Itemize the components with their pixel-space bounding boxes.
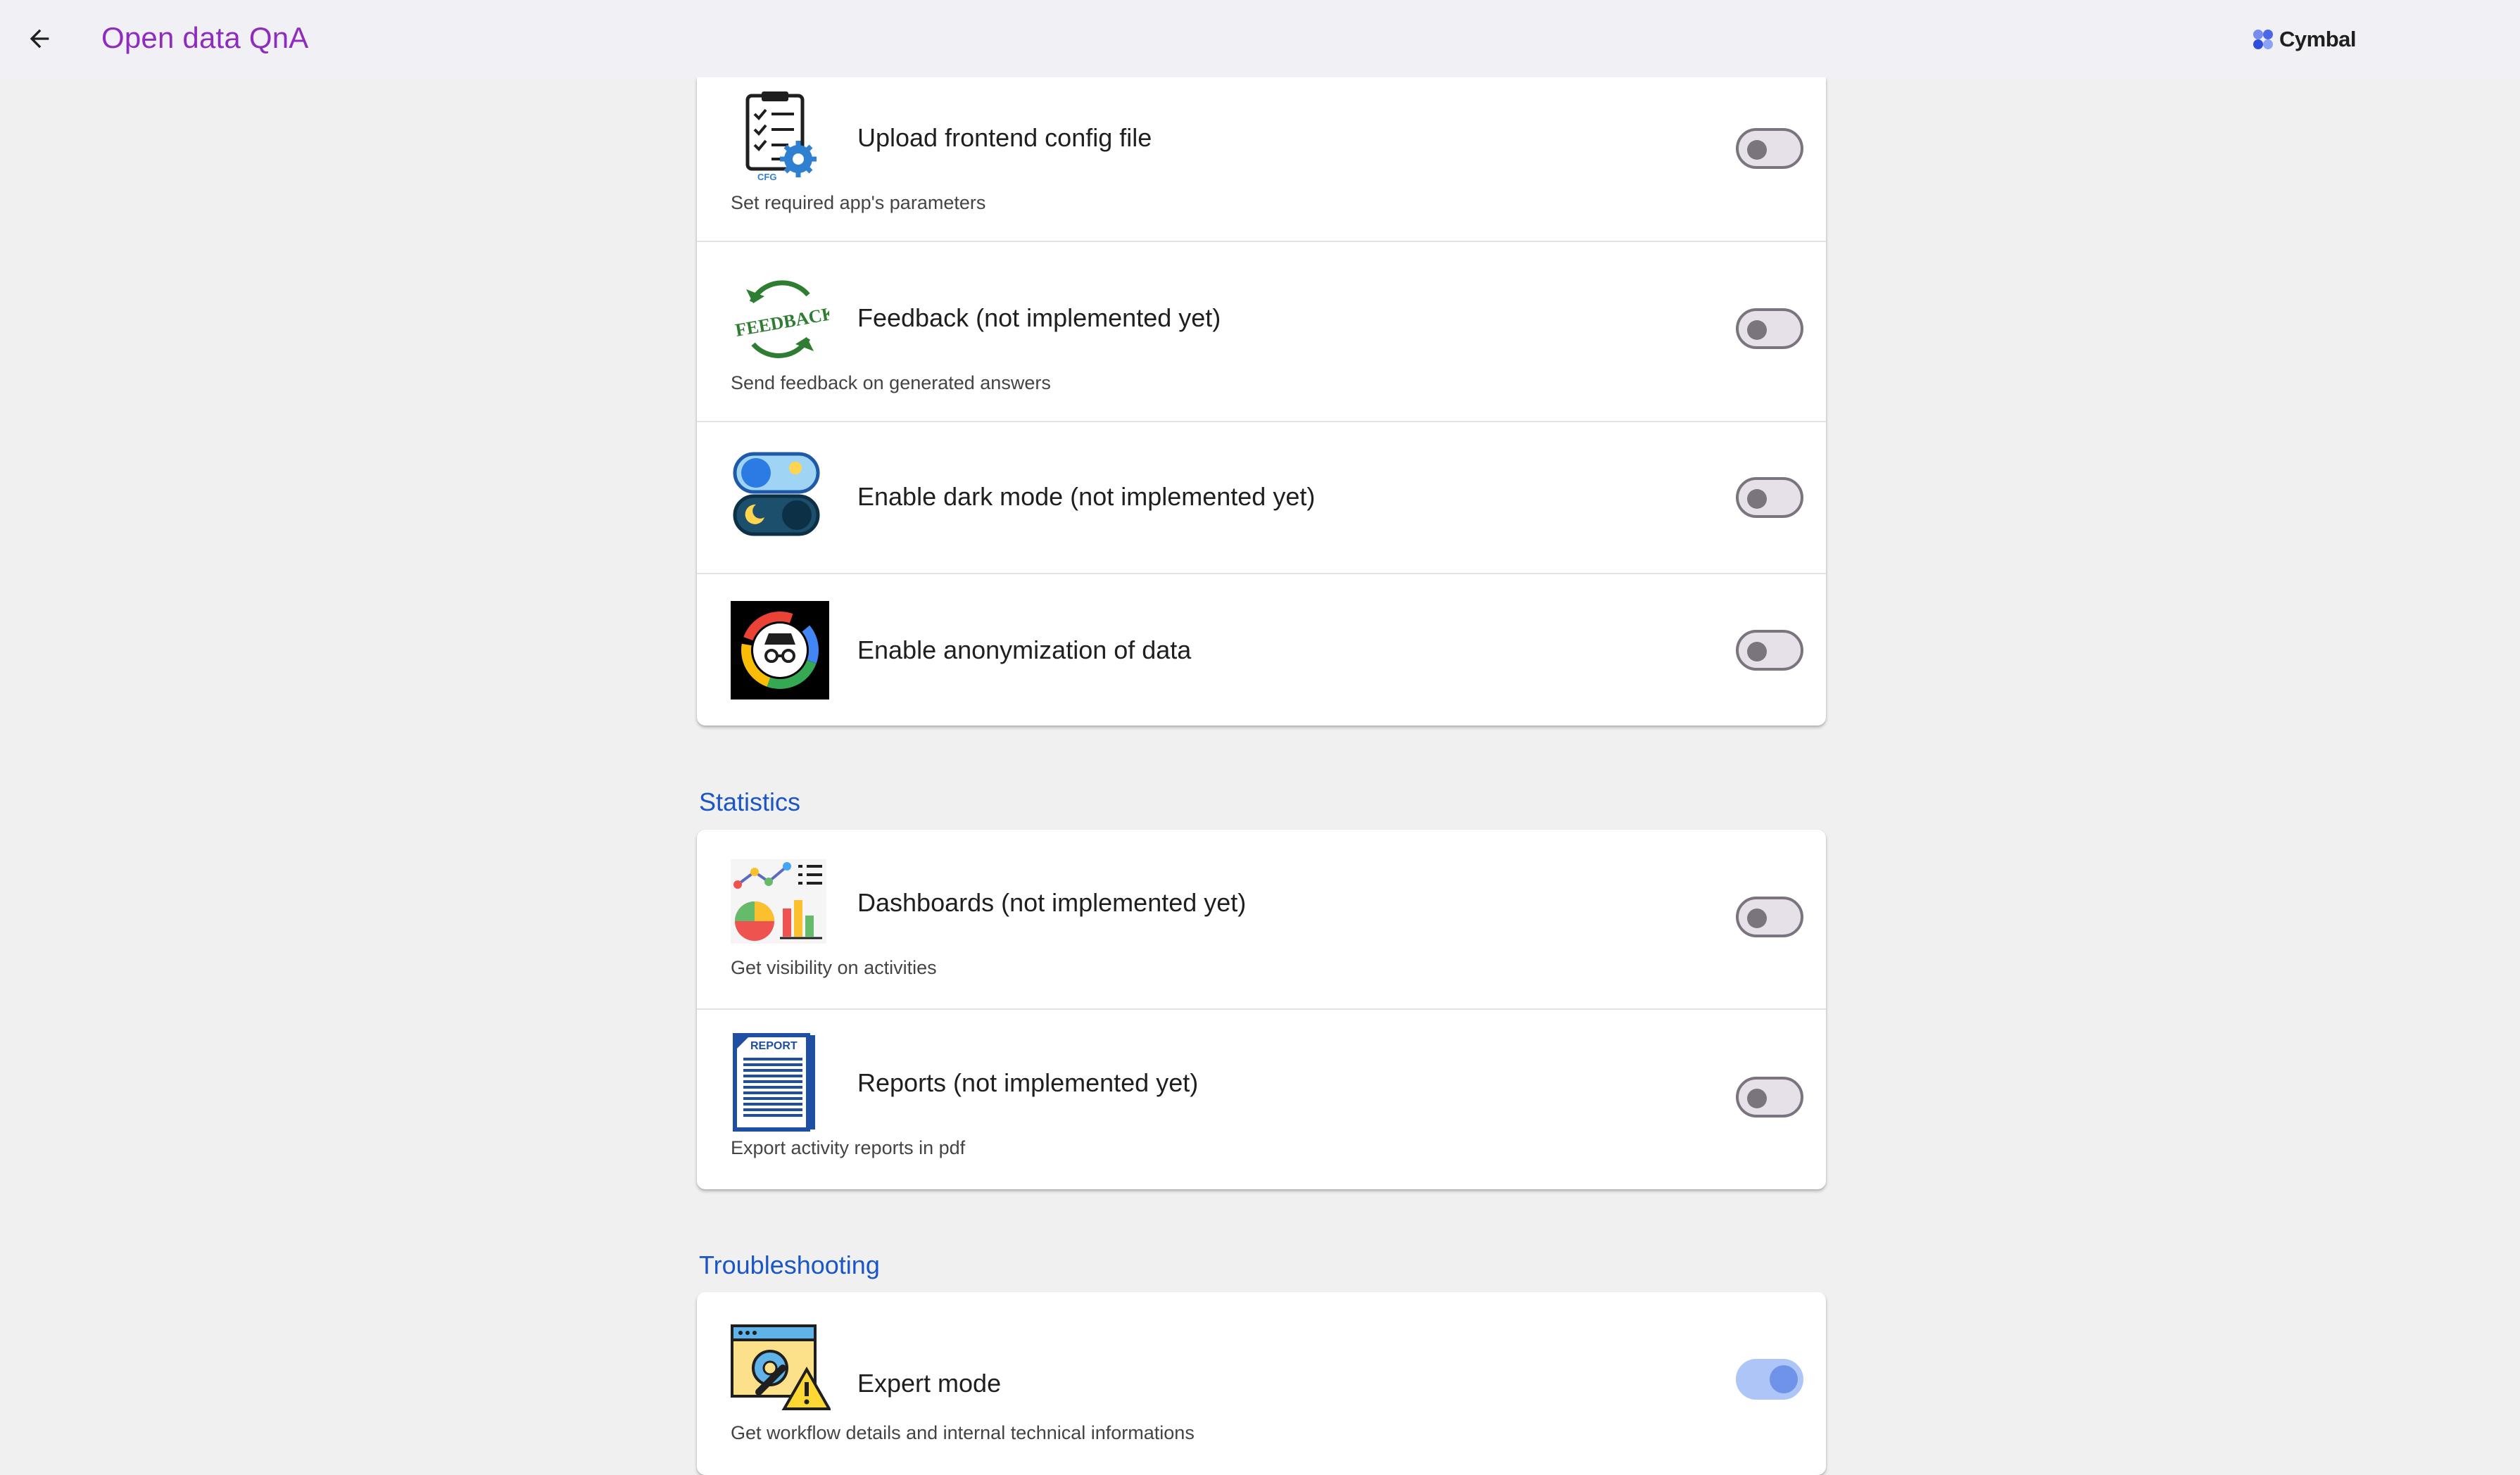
setting-subtitle: Export activity reports in pdf: [731, 1137, 966, 1158]
setting-row-feedback: FEEDBACK Feedback (not implemented yet) …: [697, 242, 1826, 422]
setting-title: Expert mode: [857, 1369, 1002, 1398]
svg-text:REPORT: REPORT: [750, 1040, 798, 1052]
cymbal-logo: Cymbal: [2251, 25, 2356, 53]
section-title-troubleshooting: Troubleshooting: [699, 1251, 880, 1279]
setting-title: Dashboards (not implemented yet): [857, 888, 1247, 917]
setting-title: Reports (not implemented yet): [857, 1068, 1199, 1097]
setting-row-expert-mode: Expert mode Get workflow details and int…: [697, 1292, 1826, 1475]
top-app-bar: Open data QnA Cymbal: [0, 0, 2520, 77]
feedback-toggle[interactable]: [1736, 308, 1803, 349]
reports-toggle[interactable]: [1736, 1077, 1803, 1118]
setting-subtitle: Get workflow details and internal techni…: [731, 1422, 1195, 1443]
dashboards-toggle[interactable]: [1736, 897, 1803, 937]
cymbal-logo-icon: [2253, 30, 2273, 49]
svg-text:CFG: CFG: [757, 172, 776, 182]
app-title: Open data QnA: [101, 21, 309, 54]
svg-text:FEEDBACK: FEEDBACK: [733, 303, 829, 341]
setting-subtitle: Send feedback on generated answers: [731, 372, 1051, 393]
day-night-toggle-icon: [731, 448, 822, 540]
statistics-card: Dashboards (not implemented yet) Get vis…: [697, 830, 1826, 1189]
upload-config-toggle[interactable]: [1736, 128, 1803, 169]
setting-row-upload-config: CFG Upload frontend config file Set requ…: [697, 77, 1826, 242]
general-settings-card: CFG Upload frontend config file Set requ…: [697, 77, 1826, 726]
section-title-statistics: Statistics: [699, 787, 801, 816]
dark-mode-toggle[interactable]: [1736, 477, 1803, 518]
report-document-icon: REPORT: [731, 1031, 822, 1132]
feedback-icon: FEEDBACK: [731, 270, 829, 369]
setting-row-reports: REPORT Reports (not implemented yet) Exp…: [697, 1010, 1826, 1189]
setting-subtitle: Set required app's parameters: [731, 192, 986, 213]
troubleshooting-card: Expert mode Get workflow details and int…: [697, 1292, 1826, 1475]
anonymization-toggle[interactable]: [1736, 630, 1803, 671]
setting-row-anonymization: Enable anonymization of data: [697, 574, 1826, 726]
incognito-icon: [731, 601, 829, 699]
setting-title: Enable dark mode (not implemented yet): [857, 482, 1316, 511]
setting-title: Upload frontend config file: [857, 123, 1152, 152]
config-checklist-icon: CFG: [731, 90, 822, 182]
setting-row-dark-mode: Enable dark mode (not implemented yet): [697, 422, 1826, 574]
expert-mode-toggle[interactable]: [1736, 1359, 1803, 1400]
arrow-back-icon: [30, 29, 49, 49]
back-button[interactable]: [21, 20, 58, 57]
setting-title: Feedback (not implemented yet): [857, 303, 1221, 332]
dashboard-charts-icon: [731, 859, 826, 944]
expert-tools-warning-icon: [731, 1324, 831, 1410]
setting-row-dashboards: Dashboards (not implemented yet) Get vis…: [697, 830, 1826, 1010]
setting-subtitle: Get visibility on activities: [731, 957, 937, 978]
setting-title: Enable anonymization of data: [857, 635, 1192, 664]
logo-text: Cymbal: [2279, 27, 2356, 51]
